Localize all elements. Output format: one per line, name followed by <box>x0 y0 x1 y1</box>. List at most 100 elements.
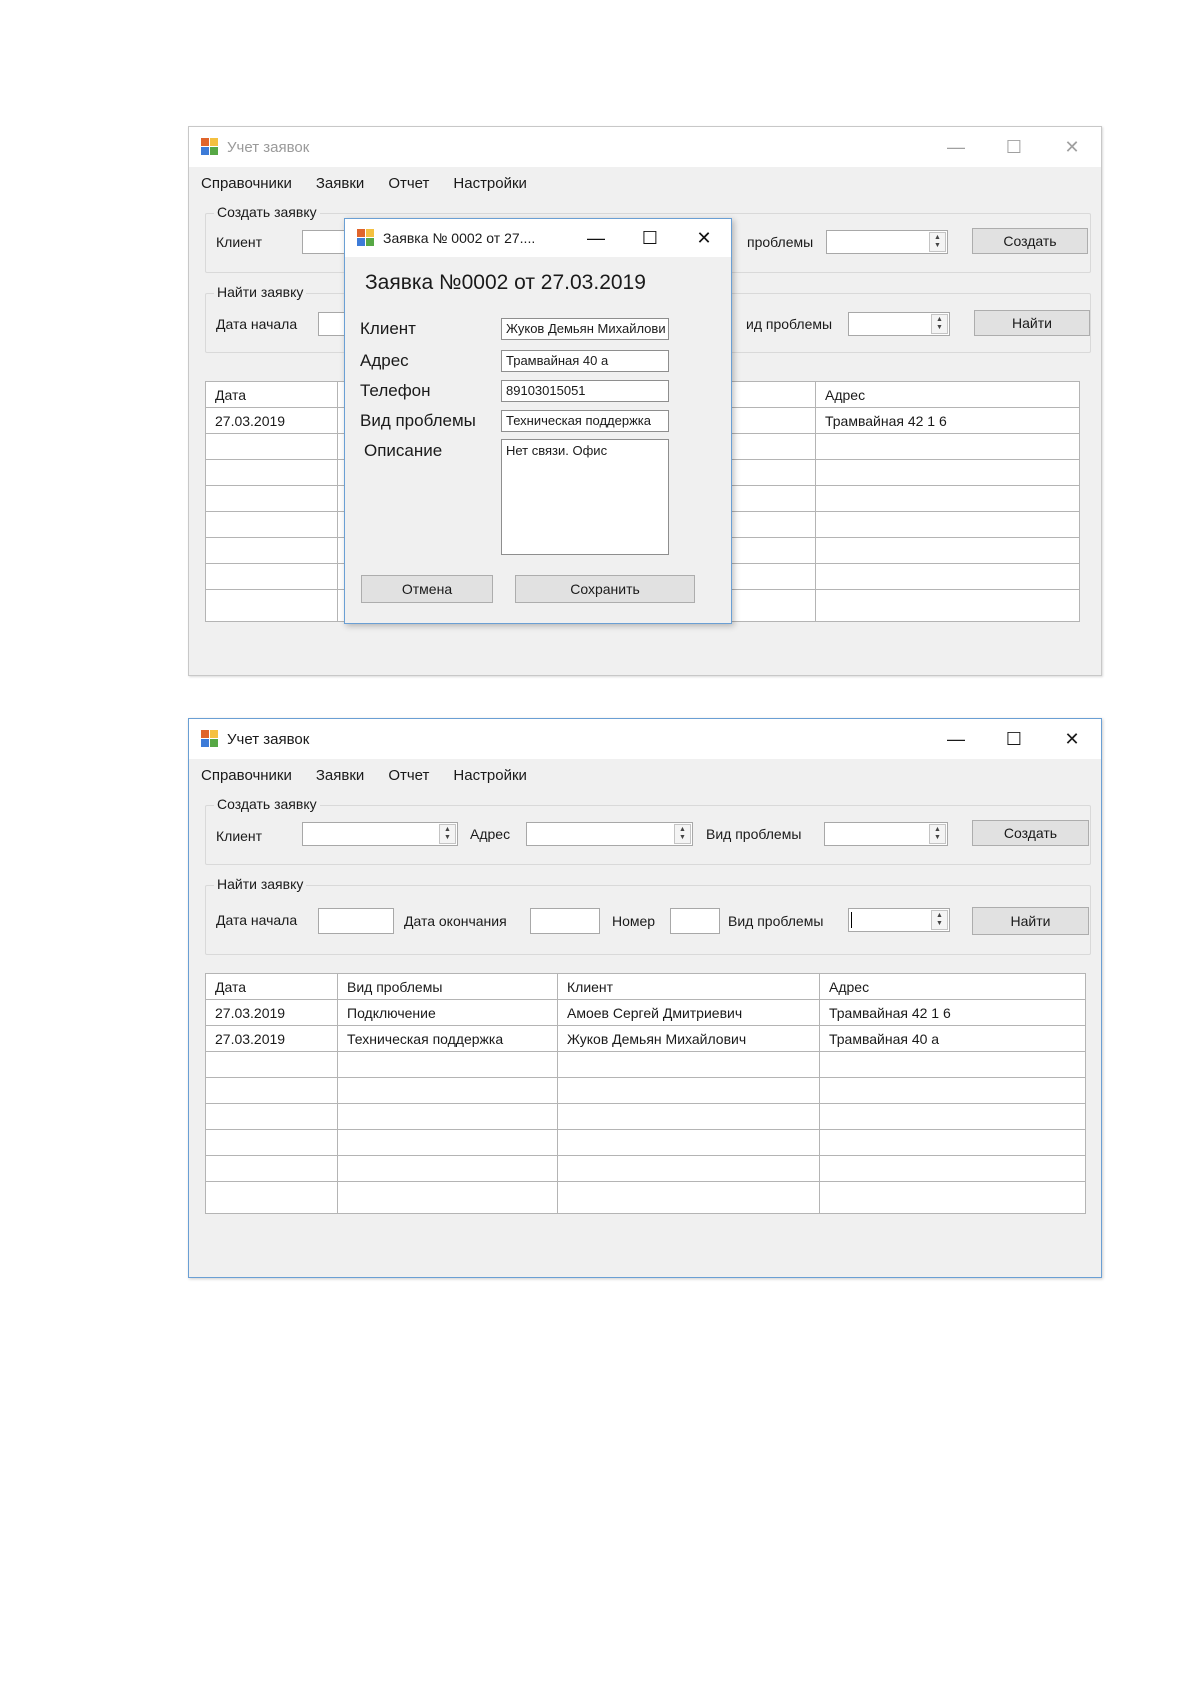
number-input[interactable] <box>670 908 720 934</box>
minimize-icon[interactable]: — <box>927 719 985 759</box>
menu-item-settings[interactable]: Настройки <box>453 175 527 192</box>
dialog-client-field[interactable]: Жуков Демьян Михайлови <box>501 318 669 340</box>
find-request-legend: Найти заявку <box>214 284 307 300</box>
text-caret <box>851 912 852 928</box>
table-row[interactable] <box>205 1077 1086 1104</box>
maximize-icon[interactable]: ☐ <box>985 127 1043 167</box>
grid-cell[interactable]: Жуков Демьян Михайлович <box>557 1025 820 1052</box>
title-bar: Учет заявок — ☐ ✕ <box>189 127 1101 167</box>
grid-cell[interactable]: Трамвайная 42 1 6 <box>815 407 1080 434</box>
dialog-problem-field[interactable]: Техническая поддержка <box>501 410 669 432</box>
table-row[interactable] <box>205 1181 1086 1214</box>
dialog-address-label: Адрес <box>360 351 409 370</box>
dialog-address-field[interactable]: Трамвайная 40 а <box>501 350 669 372</box>
problem-type-spinner[interactable]: ▲ ▼ <box>826 230 948 254</box>
menu-bar: Справочники Заявки Отчет Настройки <box>201 767 527 784</box>
dialog-client-label: Клиент <box>360 319 416 338</box>
menu-bar: Справочники Заявки Отчет Настройки <box>201 175 527 192</box>
grid-cell[interactable]: Подключение <box>337 999 558 1026</box>
find-problem-type-spinner[interactable]: ▲ ▼ <box>848 908 950 932</box>
grid-header-date[interactable]: Дата <box>205 381 338 408</box>
grid-header-address[interactable]: Адрес <box>819 973 1086 1000</box>
minimize-icon[interactable]: — <box>569 219 623 257</box>
grid-cell[interactable]: 27.03.2019 <box>205 1025 338 1052</box>
start-date-label: Дата начала <box>216 912 298 928</box>
end-date-label: Дата окончания <box>404 913 507 929</box>
problem-type-label-partial: проблемы <box>747 234 814 250</box>
client-spinner[interactable]: ▲ ▼ <box>302 822 458 846</box>
problem-type-spinner[interactable]: ▲ ▼ <box>824 822 948 846</box>
grid-cell[interactable]: 27.03.2019 <box>205 999 338 1026</box>
app-icon <box>201 730 219 748</box>
menu-item-settings[interactable]: Настройки <box>453 767 527 784</box>
title-bar: Учет заявок — ☐ ✕ <box>189 719 1101 759</box>
find-request-group: Найти заявку Дата начала Дата окончания … <box>205 876 1091 955</box>
address-spinner[interactable]: ▲ ▼ <box>526 822 693 846</box>
grid-cell[interactable]: Трамвайная 40 а <box>819 1025 1086 1052</box>
dialog-title: Заявка № 0002 от 27.... <box>383 230 536 246</box>
create-request-group: Создать заявку Клиент ▲ ▼ Адрес ▲ ▼ Вид пр… <box>205 796 1091 865</box>
grid-cell[interactable]: 27.03.2019 <box>205 407 338 434</box>
spinner-arrows-icon[interactable]: ▲ ▼ <box>929 232 946 252</box>
close-icon[interactable]: ✕ <box>1043 719 1101 759</box>
create-request-legend: Создать заявку <box>214 204 320 220</box>
table-row[interactable] <box>205 1103 1086 1130</box>
client-label: Клиент <box>216 234 263 250</box>
dialog-heading: Заявка №0002 от 27.03.2019 <box>365 271 646 294</box>
find-problem-type-label: Вид проблемы <box>728 913 824 929</box>
start-date-label: Дата начала <box>216 316 298 332</box>
spinner-arrows-icon[interactable]: ▲ ▼ <box>929 824 946 844</box>
table-row[interactable] <box>205 1129 1086 1156</box>
maximize-icon[interactable]: ☐ <box>623 219 677 257</box>
app-icon <box>201 138 219 156</box>
grid-cell[interactable]: Трамвайная 42 1 6 <box>819 999 1086 1026</box>
request-dialog: Заявка № 0002 от 27.... — ☐ ✕ Заявка №00… <box>344 218 732 624</box>
menu-item-directories[interactable]: Справочники <box>201 767 292 784</box>
end-date-input[interactable] <box>530 908 600 934</box>
spinner-arrows-icon[interactable]: ▲ ▼ <box>931 314 948 334</box>
grid-cell[interactable]: Техническая поддержка <box>337 1025 558 1052</box>
window-title: Учет заявок <box>227 730 310 748</box>
spinner-arrows-icon[interactable]: ▲ ▼ <box>931 910 948 930</box>
requests-grid[interactable]: Дата Вид проблемы Клиент Адрес 27.03.201… <box>205 973 1086 1214</box>
cancel-button[interactable]: Отмена <box>361 575 493 603</box>
menu-item-requests[interactable]: Заявки <box>316 175 364 192</box>
grid-header-client[interactable]: Клиент <box>557 973 820 1000</box>
grid-cell[interactable]: Амоев Сергей Дмитриевич <box>557 999 820 1026</box>
create-button[interactable]: Создать <box>972 228 1088 254</box>
address-label: Адрес <box>470 826 511 842</box>
grid-header-row: Дата Вид проблемы Клиент Адрес <box>205 973 1086 1000</box>
window-title: Учет заявок <box>227 138 310 156</box>
table-row[interactable] <box>205 1155 1086 1182</box>
find-problem-type-spinner[interactable]: ▲ ▼ <box>848 312 950 336</box>
close-icon[interactable]: ✕ <box>677 219 731 257</box>
menu-item-report[interactable]: Отчет <box>388 767 429 784</box>
start-date-input[interactable] <box>318 908 394 934</box>
menu-item-report[interactable]: Отчет <box>388 175 429 192</box>
table-row[interactable]: 27.03.2019 Подключение Амоев Сергей Дмит… <box>205 999 1086 1026</box>
main-window: Учет заявок — ☐ ✕ Справочники Заявки Отч… <box>188 718 1102 1278</box>
grid-header-problem[interactable]: Вид проблемы <box>337 973 558 1000</box>
find-button[interactable]: Найти <box>974 310 1090 336</box>
dialog-problem-label: Вид проблемы <box>360 411 476 430</box>
client-label: Клиент <box>216 828 263 844</box>
dialog-description-field[interactable]: Нет связи. Офис <box>501 439 669 555</box>
create-button[interactable]: Создать <box>972 820 1089 846</box>
dialog-phone-field[interactable]: 89103015051 <box>501 380 669 402</box>
dialog-phone-label: Телефон <box>360 381 431 400</box>
table-row[interactable]: 27.03.2019 Техническая поддержка Жуков Д… <box>205 1025 1086 1052</box>
find-request-legend: Найти заявку <box>214 876 307 892</box>
number-label: Номер <box>612 913 656 929</box>
save-button[interactable]: Сохранить <box>515 575 695 603</box>
maximize-icon[interactable]: ☐ <box>985 719 1043 759</box>
menu-item-requests[interactable]: Заявки <box>316 767 364 784</box>
grid-header-date[interactable]: Дата <box>205 973 338 1000</box>
find-button[interactable]: Найти <box>972 907 1089 935</box>
spinner-arrows-icon[interactable]: ▲ ▼ <box>674 824 691 844</box>
menu-item-directories[interactable]: Справочники <box>201 175 292 192</box>
table-row[interactable] <box>205 1051 1086 1078</box>
spinner-arrows-icon[interactable]: ▲ ▼ <box>439 824 456 844</box>
close-icon[interactable]: ✕ <box>1043 127 1101 167</box>
grid-header-address[interactable]: Адрес <box>815 381 1080 408</box>
minimize-icon[interactable]: — <box>927 127 985 167</box>
